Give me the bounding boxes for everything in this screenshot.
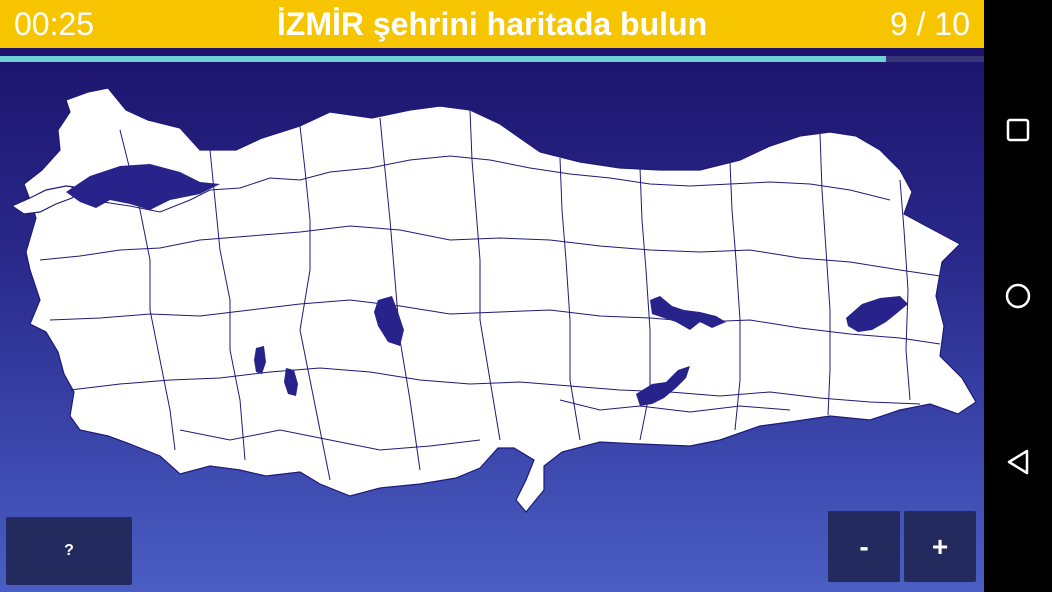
home-icon[interactable] bbox=[1002, 280, 1034, 312]
progress-bar bbox=[0, 56, 984, 62]
top-bar: 00:25 İZMİR şehrini haritada bulun 9 / 1… bbox=[0, 0, 984, 48]
zoom-in-button[interactable]: + bbox=[904, 511, 976, 582]
game-area: 00:25 İZMİR şehrini haritada bulun 9 / 1… bbox=[0, 0, 984, 592]
back-icon[interactable] bbox=[1002, 446, 1034, 478]
android-nav-bar bbox=[984, 0, 1052, 592]
zoom-out-button[interactable]: - bbox=[828, 511, 900, 582]
recent-apps-icon[interactable] bbox=[1002, 114, 1034, 146]
question-counter: 9 / 10 bbox=[889, 6, 970, 42]
progress-fill bbox=[0, 56, 886, 62]
turkey-map[interactable] bbox=[0, 66, 984, 526]
turkey-landmass[interactable] bbox=[23, 87, 977, 513]
hint-button[interactable]: ? bbox=[6, 517, 132, 585]
question-title: İZMİR şehrini haritada bulun bbox=[276, 6, 708, 42]
